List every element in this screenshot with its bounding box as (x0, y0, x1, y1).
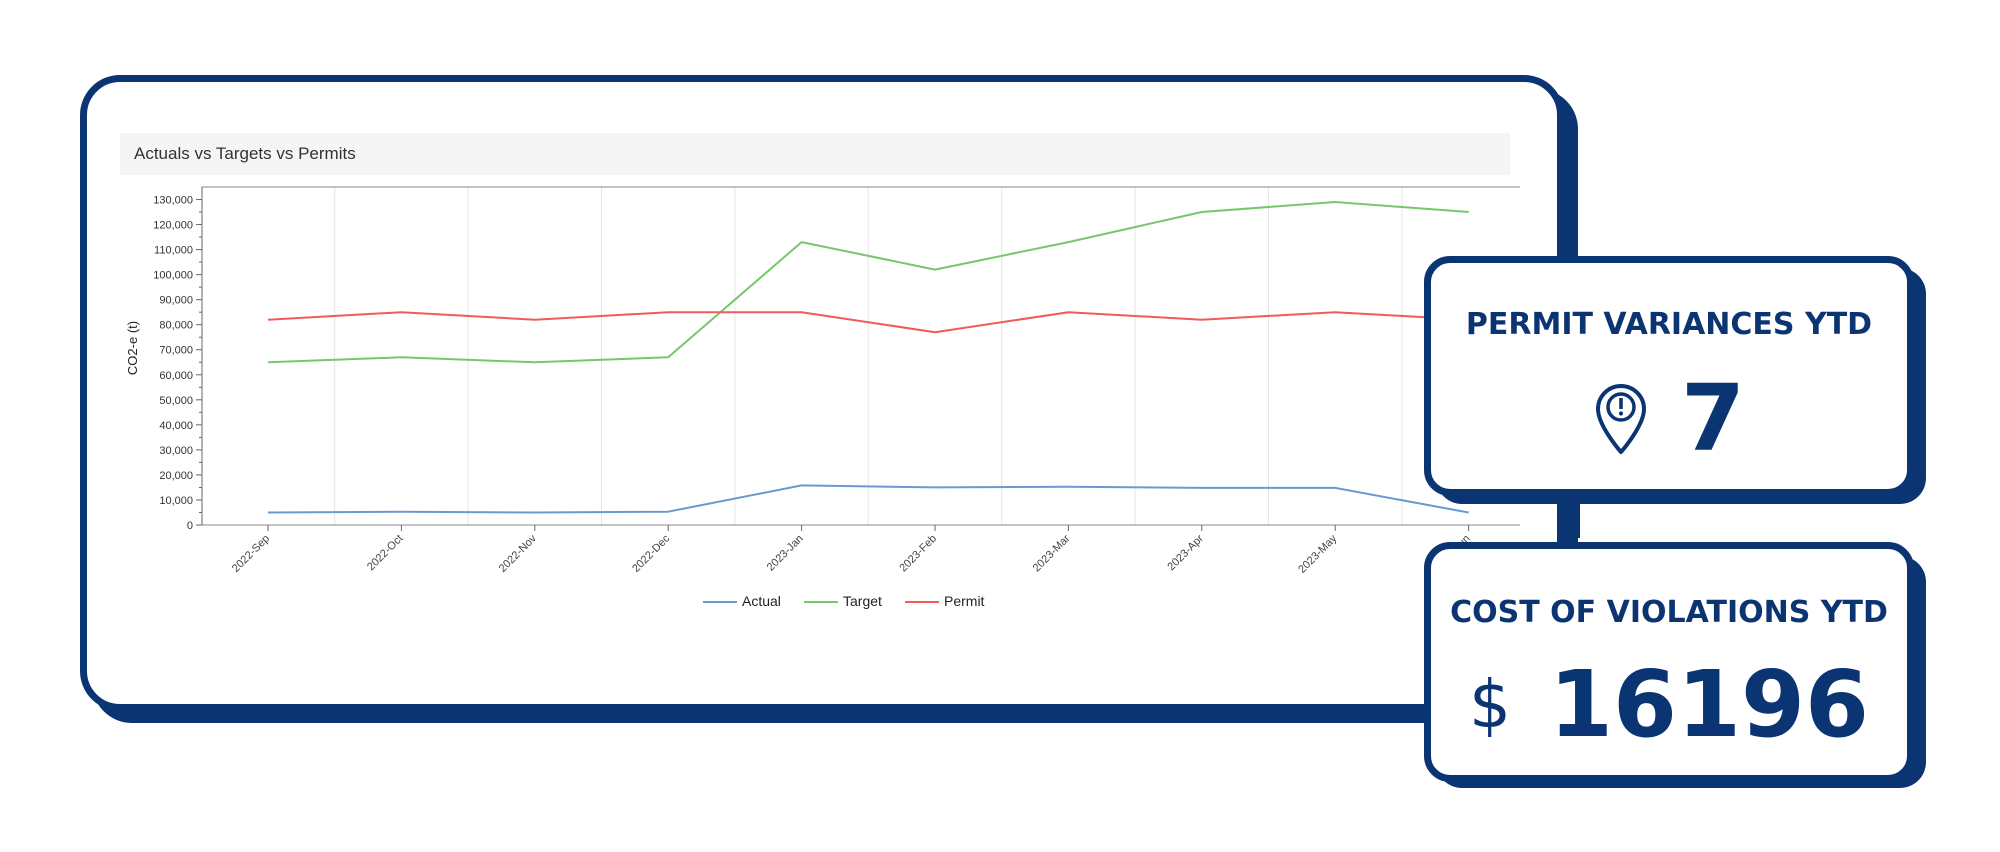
y-tick-label: 130,000 (153, 195, 193, 207)
y-tick-label: 90,000 (159, 295, 193, 307)
x-tick-label: 2022-Oct (365, 533, 405, 573)
cost-of-violations-card: COST OF VIOLATIONS YTD $ 16196 (1424, 542, 1914, 782)
y-tick-label: 120,000 (153, 220, 193, 232)
x-tick-label: 2023-Jan (765, 533, 806, 574)
x-axis: 2022-Sep 2022-Oct 2022-Nov 2022-Dec 2023-Jan… (230, 525, 1473, 576)
y-tick-label: 60,000 (159, 370, 193, 382)
plot-frame (201, 186, 1520, 526)
map-pin-alert-icon (1595, 384, 1646, 454)
y-tick-label: 100,000 (153, 270, 193, 282)
cost-of-violations-value: 16196 (1548, 651, 1870, 758)
y-tick-label: 80,000 (159, 320, 193, 332)
chart-legend: Actual Target Permit (703, 593, 985, 609)
y-tick-label: 20,000 (159, 470, 193, 482)
cost-of-violations-row: $ 16196 (1431, 659, 1907, 751)
y-tick-label: 30,000 (159, 445, 193, 457)
x-tick-label: 2023-Apr (1165, 532, 1206, 573)
y-tick-label: 110,000 (154, 245, 193, 257)
permit-variances-title: PERMIT VARIANCES YTD (1465, 307, 1873, 342)
x-tick-label: 2022-Nov (497, 532, 540, 575)
legend-label-permit: Permit (944, 593, 985, 609)
permit-variances-card: PERMIT VARIANCES YTD 7 (1424, 256, 1914, 496)
y-axis-label: CO2-e (t) (125, 321, 140, 375)
legend-label-target: Target (843, 593, 882, 609)
x-tick-label: 2023-May (1296, 532, 1339, 575)
legend-label-actual: Actual (742, 593, 781, 609)
line-chart: 0 10,000 20,000 30,000 40,000 50,000 60,000 70,… (125, 186, 1520, 609)
y-tick-label: 0 (187, 520, 193, 532)
x-tick-label: 2022-Sep (230, 533, 272, 575)
chart-title: Actuals vs Targets vs Permits (120, 133, 1510, 175)
x-tick-label: 2023-Feb (897, 533, 939, 575)
dollar-sign-icon: $ (1468, 666, 1511, 743)
chart-grid (334, 187, 1403, 525)
y-axis: 0 10,000 20,000 30,000 40,000 50,000 60,000 70,… (153, 187, 203, 532)
x-tick-label: 2022-Dec (630, 532, 673, 575)
y-tick-label: 50,000 (159, 395, 193, 407)
permit-variances-row: 7 (1431, 373, 1907, 465)
y-tick-label: 70,000 (159, 345, 193, 357)
y-tick-label: 40,000 (159, 420, 193, 432)
permit-variances-value: 7 (1680, 365, 1745, 472)
cost-of-violations-title: COST OF VIOLATIONS YTD (1450, 595, 1888, 630)
y-tick-label: 10,000 (159, 495, 193, 507)
x-tick-label: 2023-Mar (1031, 532, 1073, 574)
